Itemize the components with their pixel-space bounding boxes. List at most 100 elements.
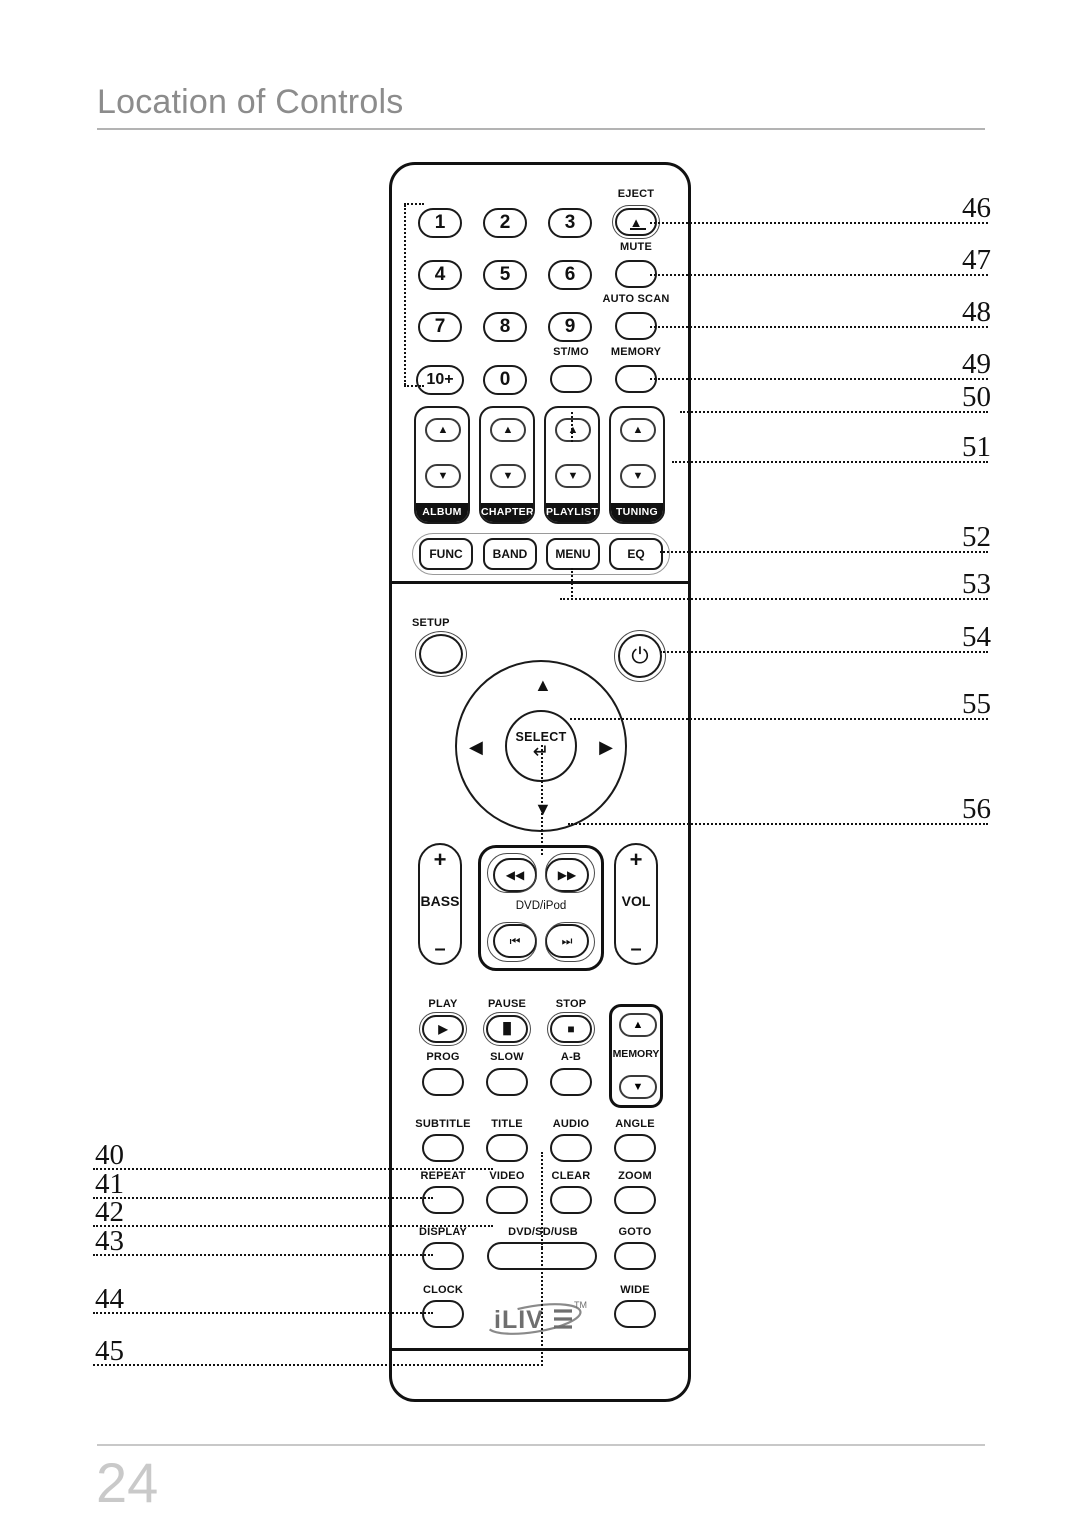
leader-keypad-top — [404, 203, 424, 205]
leader-42 — [93, 1225, 493, 1227]
func-button[interactable]: FUNC — [419, 538, 473, 570]
goto-button[interactable] — [614, 1242, 656, 1270]
setup-button-ring — [415, 631, 467, 677]
subtitle-label: SUBTITLE — [415, 1118, 471, 1130]
memory-label-top: MEMORY — [610, 346, 662, 358]
key-1[interactable]: 1 — [418, 208, 462, 238]
bass-rocker[interactable]: + BASS – — [418, 843, 462, 965]
callout-49: 49 — [962, 348, 991, 380]
slow-button[interactable] — [486, 1068, 528, 1096]
bass-down-button[interactable]: – — [420, 938, 460, 961]
leader-41 — [93, 1197, 433, 1199]
key-10plus[interactable]: 10+ — [416, 365, 464, 395]
previous-track-button-ring — [487, 922, 537, 962]
callout-48: 48 — [962, 296, 991, 328]
bass-up-button[interactable]: + — [420, 847, 460, 873]
key-0[interactable]: 0 — [483, 365, 527, 395]
memory-up-button[interactable]: ▲ — [619, 1013, 657, 1037]
repeat-label: REPEAT — [420, 1170, 466, 1182]
ab-label: A-B — [560, 1051, 582, 1063]
video-button[interactable] — [486, 1186, 528, 1214]
album-down-button[interactable]: ▼ — [425, 464, 461, 488]
rewind-button-ring — [487, 853, 537, 893]
band-button[interactable]: BAND — [483, 538, 537, 570]
title-button[interactable] — [486, 1134, 528, 1162]
auto-scan-label: AUTO SCAN — [602, 293, 670, 305]
clock-button[interactable] — [422, 1300, 464, 1328]
callout-44: 44 — [95, 1283, 124, 1315]
chapter-up-button[interactable]: ▲ — [490, 418, 526, 442]
vol-down-button[interactable]: – — [616, 938, 656, 961]
st-mo-button[interactable] — [550, 365, 592, 393]
vol-rocker[interactable]: + VOL – — [614, 843, 658, 965]
svg-text:iLIV: iLIV — [494, 1306, 544, 1334]
pause-label: PAUSE — [487, 998, 527, 1010]
playlist-rocker-label: PLAYLIST — [546, 503, 598, 522]
dpad-up-button[interactable]: ▲ — [534, 676, 552, 694]
leader-43 — [93, 1254, 433, 1256]
leader-40 — [93, 1168, 493, 1170]
subtitle-button[interactable] — [422, 1134, 464, 1162]
callout-41: 41 — [95, 1168, 124, 1200]
tuning-down-button[interactable]: ▼ — [620, 464, 656, 488]
prog-label: PROG — [426, 1051, 460, 1063]
key-3[interactable]: 3 — [548, 208, 592, 238]
angle-button[interactable] — [614, 1134, 656, 1162]
key-5[interactable]: 5 — [483, 260, 527, 290]
fast-forward-button-ring — [545, 853, 595, 893]
chapter-rocker-label: CHAPTER — [481, 503, 533, 522]
leader-playlist-vertical — [571, 412, 573, 442]
pause-button-ring — [483, 1012, 531, 1046]
key-6[interactable]: 6 — [548, 260, 592, 290]
playlist-down-button[interactable]: ▼ — [555, 464, 591, 488]
chapter-rocker[interactable]: ▲ ▼ CHAPTER — [479, 406, 535, 524]
audio-button[interactable] — [550, 1134, 592, 1162]
key-2[interactable]: 2 — [483, 208, 527, 238]
playlist-up-button[interactable]: ▲ — [555, 418, 591, 442]
page-title: Location of Controls — [97, 83, 404, 121]
page-number: 24 — [96, 1451, 159, 1514]
leader-49 — [650, 378, 988, 380]
prog-button[interactable] — [422, 1068, 464, 1096]
eq-button[interactable]: EQ — [609, 538, 663, 570]
header-divider — [97, 128, 985, 130]
memory-down-button[interactable]: ▼ — [619, 1075, 657, 1099]
memory-rocker[interactable]: ▲ MEMORY ▼ — [609, 1004, 663, 1108]
zoom-label: ZOOM — [618, 1170, 652, 1182]
stop-button-ring — [547, 1012, 595, 1046]
leader-45 — [93, 1364, 543, 1366]
leader-46 — [650, 222, 988, 224]
dpad-left-button[interactable]: ◀ — [469, 738, 483, 756]
clear-button[interactable] — [550, 1186, 592, 1214]
key-8[interactable]: 8 — [483, 312, 527, 342]
next-track-button-ring — [545, 922, 595, 962]
callout-54: 54 — [962, 621, 991, 653]
tuning-up-button[interactable]: ▲ — [620, 418, 656, 442]
play-button-ring — [419, 1012, 467, 1046]
power-button-ring — [614, 630, 666, 682]
album-up-button[interactable]: ▲ — [425, 418, 461, 442]
dvd-sd-usb-label: DVD/SD/USB — [508, 1226, 578, 1238]
ilive-logo: iLIV TM — [482, 1296, 592, 1342]
zoom-button[interactable] — [614, 1186, 656, 1214]
wide-button[interactable] — [614, 1300, 656, 1328]
vol-up-button[interactable]: + — [616, 847, 656, 873]
menu-button[interactable]: MENU — [546, 538, 600, 570]
repeat-button[interactable] — [422, 1186, 464, 1214]
leader-48 — [650, 326, 988, 328]
chapter-down-button[interactable]: ▼ — [490, 464, 526, 488]
ab-button[interactable] — [550, 1068, 592, 1096]
dpad-right-button[interactable]: ▶ — [599, 738, 613, 756]
key-9[interactable]: 9 — [548, 312, 592, 342]
callout-56: 56 — [962, 793, 991, 825]
tuning-rocker[interactable]: ▲ ▼ TUNING — [609, 406, 665, 524]
display-button[interactable] — [422, 1242, 464, 1270]
callout-40: 40 — [95, 1139, 124, 1171]
callout-53: 53 — [962, 568, 991, 600]
key-4[interactable]: 4 — [418, 260, 462, 290]
bass-label: BASS — [420, 893, 460, 909]
album-rocker[interactable]: ▲ ▼ ALBUM — [414, 406, 470, 524]
key-7[interactable]: 7 — [418, 312, 462, 342]
video-label: VIDEO — [489, 1170, 525, 1182]
leader-keypad-bottom — [404, 385, 424, 387]
